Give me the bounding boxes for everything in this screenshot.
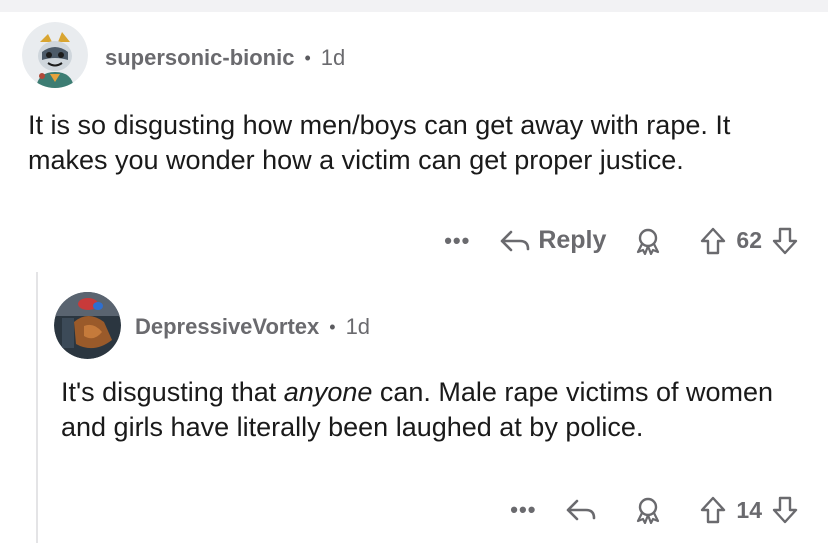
comment-text: It's disgusting that anyone can. Male ra… bbox=[61, 375, 801, 445]
more-options-button[interactable]: ••• bbox=[444, 229, 470, 252]
meta-separator: • bbox=[304, 47, 311, 68]
thread-line[interactable] bbox=[36, 272, 38, 543]
avatar[interactable] bbox=[54, 292, 121, 359]
comment-actions: ••• 14 bbox=[510, 496, 798, 524]
upvote-arrow-icon[interactable] bbox=[700, 496, 726, 524]
top-bar bbox=[0, 0, 828, 12]
award-icon bbox=[637, 228, 660, 255]
comment-text-part: It's disgusting that bbox=[61, 377, 284, 407]
avatar[interactable] bbox=[22, 22, 88, 88]
username[interactable]: supersonic-bionic bbox=[105, 45, 294, 71]
meta-separator: • bbox=[329, 316, 336, 337]
avatar-image bbox=[22, 22, 88, 88]
username[interactable]: DepressiveVortex bbox=[135, 314, 319, 340]
reply-button[interactable]: Reply bbox=[500, 226, 606, 255]
reply-label: Reply bbox=[538, 226, 607, 254]
comment-age: 1d bbox=[320, 45, 346, 70]
comment-meta: supersonic-bionic • 1d bbox=[105, 45, 345, 71]
more-options-button[interactable]: ••• bbox=[510, 499, 536, 521]
award-icon bbox=[637, 497, 660, 524]
upvote-arrow-icon[interactable] bbox=[700, 227, 726, 255]
vote-score: 14 bbox=[736, 496, 762, 523]
avatar-image bbox=[54, 292, 121, 359]
comment-age: 1d bbox=[345, 314, 371, 339]
comment-actions: ••• Reply 62 bbox=[444, 226, 798, 255]
reply-arrow-icon bbox=[501, 230, 530, 251]
award-button[interactable] bbox=[634, 496, 662, 524]
vote-control: 14 bbox=[700, 496, 798, 524]
reply-arrow-icon bbox=[567, 499, 596, 521]
downvote-arrow-icon[interactable] bbox=[772, 227, 798, 255]
award-button[interactable] bbox=[634, 227, 662, 255]
comment-text-emphasis: anyone bbox=[283, 377, 373, 407]
comment-meta: DepressiveVortex • 1d bbox=[135, 314, 370, 340]
reply-button[interactable] bbox=[566, 498, 604, 522]
downvote-arrow-icon[interactable] bbox=[772, 496, 798, 524]
vote-score: 62 bbox=[736, 227, 762, 253]
vote-control: 62 bbox=[700, 227, 798, 255]
comment-text: It is so disgusting how men/boys can get… bbox=[28, 110, 731, 175]
